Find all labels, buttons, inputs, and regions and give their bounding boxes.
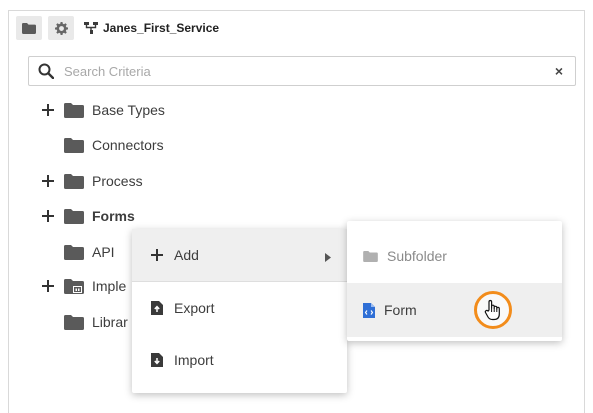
expand-icon[interactable] — [40, 173, 56, 189]
menu-item-label: Add — [174, 247, 199, 263]
tree-item-process[interactable]: Process — [40, 169, 143, 193]
tree-item-label: Base Types — [92, 102, 165, 118]
folder-icon — [64, 102, 84, 118]
tree-item-forms[interactable]: Forms — [40, 204, 135, 228]
tree-item-implementations[interactable]: Imple — [40, 274, 126, 298]
gear-icon — [54, 21, 68, 35]
plus-icon — [149, 249, 165, 261]
menu-item-add[interactable]: Add — [132, 229, 347, 281]
folder-icon — [64, 314, 84, 330]
submenu-item-label: Form — [384, 302, 417, 318]
service-icon — [84, 22, 98, 34]
search-box: × — [28, 56, 576, 86]
form-file-icon — [363, 302, 375, 318]
submenu-item-form[interactable]: Form — [347, 283, 562, 337]
tree-item-label: Connectors — [92, 137, 164, 153]
folder-icon — [64, 173, 84, 189]
folder-icon — [64, 137, 84, 153]
tree-item-label: Librar — [92, 314, 128, 330]
tree-item-label: Imple — [92, 278, 127, 294]
service-name: Janes_First_Service — [103, 21, 220, 35]
search-input[interactable] — [64, 63, 549, 79]
hand-pointer-icon — [484, 299, 500, 321]
folder-icon — [64, 208, 84, 224]
settings-button[interactable] — [48, 16, 74, 40]
submenu-item-label: Subfolder — [387, 248, 447, 264]
service-title: Janes_First_Service — [84, 21, 219, 35]
folder-icon — [64, 244, 84, 260]
tree-item-label: API — [92, 244, 115, 260]
folder-view-button[interactable] — [16, 16, 42, 40]
menu-item-import[interactable]: Import — [132, 334, 347, 386]
submenu-arrow-icon — [325, 249, 331, 265]
tree-item-base-types[interactable]: Base Types — [40, 98, 165, 122]
folder-icon — [22, 22, 36, 34]
explorer-header: Janes_First_Service — [8, 10, 585, 46]
menu-item-label: Import — [174, 352, 214, 368]
tree-item-label: Forms — [92, 208, 135, 224]
expand-icon[interactable] — [40, 208, 56, 224]
folder-icon — [363, 250, 378, 262]
implementation-folder-icon — [64, 278, 84, 294]
tree-item-libraries[interactable]: Librar — [40, 310, 128, 334]
expand-icon[interactable] — [40, 102, 56, 118]
submenu-item-subfolder[interactable]: Subfolder — [347, 229, 562, 283]
tree-item-label: Process — [92, 173, 143, 189]
add-submenu: Subfolder Form — [347, 221, 562, 341]
menu-item-export[interactable]: Export — [132, 282, 347, 334]
export-icon — [149, 301, 165, 315]
tree-item-api[interactable]: API — [40, 240, 115, 264]
import-icon — [149, 353, 165, 367]
clear-search-button[interactable]: × — [549, 61, 569, 81]
cursor-highlight — [474, 291, 512, 329]
expand-icon[interactable] — [40, 278, 56, 294]
context-menu: Add Export Import — [132, 229, 347, 393]
search-icon — [38, 63, 54, 79]
tree-item-connectors[interactable]: Connectors — [40, 133, 164, 157]
menu-item-label: Export — [174, 300, 215, 316]
